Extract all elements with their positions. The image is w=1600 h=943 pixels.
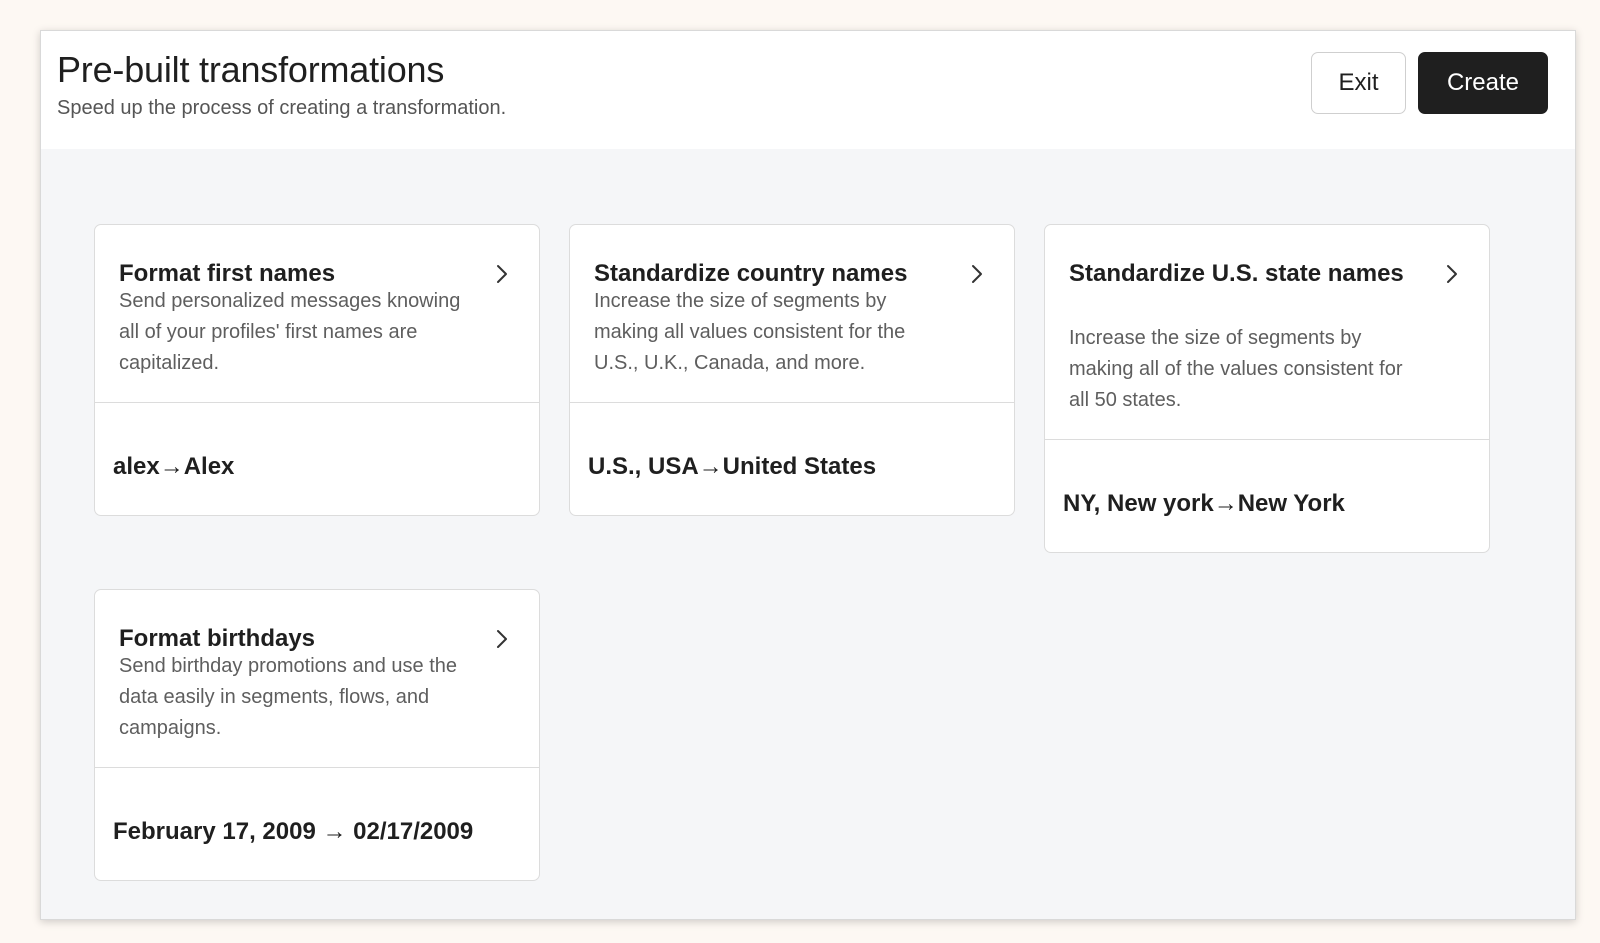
page-title: Pre-built transformations <box>57 49 445 90</box>
create-button[interactable]: Create <box>1418 52 1548 114</box>
transformations-window: Pre-built transformations Speed up the p… <box>40 30 1576 920</box>
card-header: Standardize U.S. state names Increase th… <box>1045 225 1489 440</box>
card-example: NY, New york→New York <box>1063 490 1345 517</box>
chevron-right-icon[interactable] <box>491 628 513 650</box>
chevron-right-icon[interactable] <box>1441 263 1463 285</box>
card-header: Standardize country names Increase the s… <box>570 225 1014 403</box>
chevron-right-icon[interactable] <box>491 263 513 285</box>
card-description: Send personalized messages knowing all o… <box>119 290 461 374</box>
card-description: Increase the size of segments by making … <box>1069 327 1403 411</box>
card-description: Send birthday promotions and use the dat… <box>119 655 457 739</box>
page-header: Pre-built transformations Speed up the p… <box>41 31 1575 149</box>
card-example: February 17, 2009 → 02/17/2009 <box>113 818 474 845</box>
page-subtitle: Speed up the process of creating a trans… <box>57 97 507 119</box>
exit-button[interactable]: Exit <box>1311 52 1406 114</box>
card-description: Increase the size of segments by making … <box>594 290 906 374</box>
card-standardize-country-names[interactable]: Standardize country names Increase the s… <box>569 224 1015 516</box>
card-header: Format first names Send personalized mes… <box>95 225 539 403</box>
card-title: Standardize U.S. state names <box>1069 260 1404 287</box>
card-standardize-state-names[interactable]: Standardize U.S. state names Increase th… <box>1044 224 1490 553</box>
card-example: alex→Alex <box>113 453 235 480</box>
chevron-right-icon[interactable] <box>966 263 988 285</box>
card-example: U.S., USA→United States <box>588 453 877 480</box>
card-format-first-names[interactable]: Format first names Send personalized mes… <box>94 224 540 516</box>
card-header: Format birthdays Send birthday promotion… <box>95 590 539 768</box>
card-format-birthdays[interactable]: Format birthdays Send birthday promotion… <box>94 589 540 881</box>
